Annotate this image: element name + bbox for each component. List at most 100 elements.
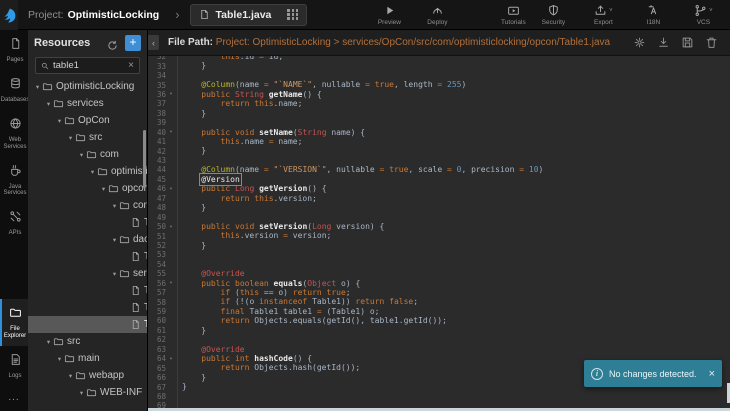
security-button[interactable]: Security	[533, 4, 573, 26]
tab-table1-java[interactable]: Table1.java	[190, 4, 308, 26]
tree-folder[interactable]: ▾services	[28, 95, 147, 112]
sidebar-item-pages[interactable]: Pages	[0, 30, 28, 70]
tree-folder[interactable]: ▾WEB-INF	[28, 384, 147, 401]
fold-icon[interactable]: ▾	[166, 186, 176, 192]
caret-down-icon[interactable]: ▾	[66, 134, 75, 142]
tree-file[interactable]: Table1.java	[28, 316, 147, 333]
vcs-button[interactable]: ˅VCS	[683, 4, 723, 26]
tree-folder[interactable]: ▾OptimisticLocking	[28, 78, 147, 95]
toast-close-icon[interactable]: ×	[709, 368, 715, 380]
code-line-33[interactable]: }	[182, 61, 543, 70]
fold-icon[interactable]: ▾	[166, 224, 176, 230]
caret-down-icon[interactable]: ▾	[77, 389, 86, 397]
caret-down-icon[interactable]: ▾	[44, 338, 53, 346]
tree-folder[interactable]: ▾com	[28, 146, 147, 163]
code-line-47[interactable]: return this.version;	[182, 194, 543, 203]
download-icon[interactable]	[657, 36, 670, 49]
code-line-53[interactable]	[182, 250, 543, 259]
resource-search[interactable]: ×	[35, 57, 140, 74]
tree-folder[interactable]: ▾services	[28, 265, 147, 282]
code-line-60[interactable]: return Objects.equals(getId(), table1.ge…	[182, 316, 543, 325]
code-line-66[interactable]: }	[182, 373, 543, 382]
sidebar-item-apis[interactable]: APIs	[0, 203, 28, 243]
tree-file[interactable]: T	[28, 248, 147, 265]
code-lines[interactable]: this.id = id; } @Column(name = "`NAME`",…	[178, 56, 543, 411]
tree-folder[interactable]: ▾opcon	[28, 180, 147, 197]
save-icon[interactable]	[681, 36, 694, 49]
preview-button[interactable]: Preview	[369, 4, 409, 26]
sidebar-item-web-services[interactable]: Web Services	[0, 110, 28, 157]
sidebar-item-file-explorer[interactable]: File Explorer	[0, 299, 28, 346]
tree-file[interactable]: T	[28, 299, 147, 316]
code-line-40[interactable]: public void setName(String name) {	[182, 128, 543, 137]
code-editor[interactable]: 3233343536▾37383940▾414243444546▾4748495…	[148, 56, 730, 411]
sidebar-more-button[interactable]: ...	[0, 386, 28, 411]
tree-folder[interactable]: ▾optimisticlocking	[28, 163, 147, 180]
search-input[interactable]	[53, 60, 124, 71]
tree-file[interactable]: T	[28, 282, 147, 299]
caret-down-icon[interactable]: ▾	[110, 236, 119, 244]
tree-folder[interactable]: ▾webapp	[28, 367, 147, 384]
tree-folder[interactable]: ▾src	[28, 129, 147, 146]
code-line-63[interactable]: @Override	[182, 345, 543, 354]
code-line-41[interactable]: this.name = name;	[182, 137, 543, 146]
fold-icon[interactable]: ▾	[166, 356, 176, 362]
code-line-65[interactable]: return Objects.hash(getId());	[182, 363, 543, 372]
export-button[interactable]: ˅Export	[583, 4, 623, 26]
sidebar-item-databases[interactable]: Databases	[0, 70, 28, 110]
code-line-36[interactable]: public String getName() {	[182, 90, 543, 99]
i18n-button[interactable]: I18N	[633, 4, 673, 26]
tree-file[interactable]: T	[28, 214, 147, 231]
caret-down-icon[interactable]: ▾	[66, 372, 75, 380]
tree-folder[interactable]: ▾controller	[28, 197, 147, 214]
code-line-46[interactable]: public Long getVersion() {	[182, 184, 543, 193]
code-line-45[interactable]: @Version	[182, 175, 543, 184]
code-line-55[interactable]: @Override	[182, 269, 543, 278]
tree-folder[interactable]: ▾dao	[28, 231, 147, 248]
fold-icon[interactable]: ▾	[166, 91, 176, 97]
code-line-58[interactable]: if (!(o instanceof Table1)) return false…	[182, 297, 543, 306]
tree-folder[interactable]: ▾OpCon	[28, 112, 147, 129]
code-line-62[interactable]	[182, 335, 543, 344]
caret-down-icon[interactable]: ▾	[55, 355, 64, 363]
caret-down-icon[interactable]: ▾	[110, 270, 119, 278]
code-line-61[interactable]: }	[182, 326, 543, 335]
code-line-56[interactable]: public boolean equals(Object o) {	[182, 279, 543, 288]
clear-search-icon[interactable]: ×	[128, 60, 134, 71]
code-line-44[interactable]: @Column(name = "`VERSION`", nullable = t…	[182, 165, 543, 174]
code-line-54[interactable]	[182, 260, 543, 269]
code-line-67[interactable]: }	[182, 382, 543, 391]
code-line-50[interactable]: public void setVersion(Long version) {	[182, 222, 543, 231]
code-line-43[interactable]	[182, 156, 543, 165]
code-line-37[interactable]: return this.name;	[182, 99, 543, 108]
grid-icon[interactable]	[287, 9, 298, 20]
code-line-34[interactable]	[182, 71, 543, 80]
code-line-64[interactable]: public int hashCode() {	[182, 354, 543, 363]
code-line-52[interactable]: }	[182, 241, 543, 250]
tree-folder[interactable]: ▾main	[28, 350, 147, 367]
caret-down-icon[interactable]: ▾	[33, 83, 42, 91]
project-breadcrumb[interactable]: Project: OptimisticLocking	[28, 9, 159, 21]
fold-icon[interactable]: ▾	[166, 280, 176, 286]
tree-folder[interactable]: ▾src	[28, 333, 147, 350]
code-line-49[interactable]	[182, 212, 543, 221]
tree-scrollbar[interactable]	[143, 130, 146, 188]
refresh-icon[interactable]	[107, 38, 118, 49]
caret-down-icon[interactable]: ▾	[110, 202, 119, 210]
delete-icon[interactable]	[705, 36, 718, 49]
code-line-35[interactable]: @Column(name = "`NAME`", nullable = true…	[182, 80, 543, 89]
code-line-38[interactable]: }	[182, 109, 543, 118]
collapse-panel-button[interactable]: ‹	[148, 35, 159, 50]
fold-icon[interactable]: ▾	[166, 129, 176, 135]
tutorials-button[interactable]: Tutorials	[493, 4, 533, 26]
code-line-42[interactable]: }	[182, 146, 543, 155]
caret-down-icon[interactable]: ▾	[55, 117, 64, 125]
sidebar-item-java-services[interactable]: Java Services	[0, 157, 28, 204]
settings-icon[interactable]	[633, 36, 646, 49]
app-logo[interactable]	[0, 0, 18, 30]
sidebar-item-logs[interactable]: Logs	[0, 346, 28, 386]
deploy-button[interactable]: Deploy	[417, 4, 457, 26]
caret-down-icon[interactable]: ▾	[77, 151, 86, 159]
caret-down-icon[interactable]: ▾	[88, 168, 97, 176]
caret-down-icon[interactable]: ▾	[44, 100, 53, 108]
